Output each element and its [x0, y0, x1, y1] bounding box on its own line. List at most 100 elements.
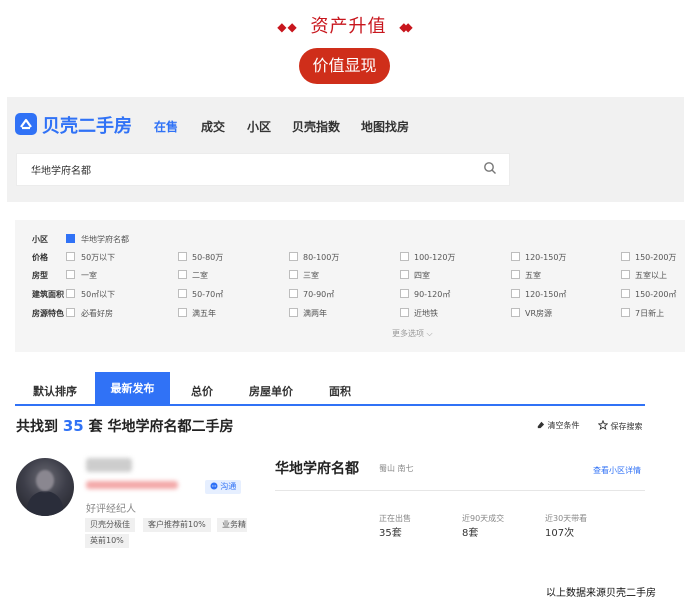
filter-checkbox[interactable]: [66, 270, 75, 279]
tab-newest[interactable]: 最新发布: [95, 372, 170, 405]
filter-checkbox[interactable]: [66, 289, 75, 298]
nav-map[interactable]: 地图找房: [361, 118, 409, 135]
filter-option[interactable]: 满五年: [192, 308, 216, 319]
filter-label-area: 建筑面积: [32, 290, 64, 299]
search-value[interactable]: 华地学府名都: [31, 162, 91, 177]
filter-checkbox[interactable]: [621, 270, 630, 279]
filter-checkbox[interactable]: [289, 252, 298, 261]
agent-phone-blurred: [86, 481, 178, 489]
filter-option[interactable]: 50万以下: [81, 252, 115, 263]
agent-title: 好评经纪人: [86, 504, 136, 515]
filter-checkbox[interactable]: [66, 252, 75, 261]
tab-total-price[interactable]: 总价: [191, 383, 213, 399]
filter-option[interactable]: 80-100万: [303, 252, 339, 263]
filter-option[interactable]: 50-80万: [192, 252, 223, 263]
filter-checkbox[interactable]: [178, 308, 187, 317]
filter-checkbox[interactable]: [511, 289, 520, 298]
filter-option[interactable]: 一室: [81, 270, 97, 281]
filter-checkbox[interactable]: [400, 289, 409, 298]
filter-checkbox[interactable]: [511, 308, 520, 317]
filter-checkbox[interactable]: [66, 308, 75, 317]
filter-option[interactable]: 50㎡以下: [81, 289, 115, 300]
filter-checkbox[interactable]: [621, 289, 630, 298]
filter-option[interactable]: 五室以上: [635, 270, 667, 281]
diamond-icon-left: ◆: [277, 20, 288, 34]
avatar-head: [36, 470, 54, 491]
filter-checkbox[interactable]: [400, 270, 409, 279]
filter-option[interactable]: 150-200万: [635, 252, 676, 263]
eraser-icon: [537, 421, 545, 429]
filter-option[interactable]: 四室: [414, 270, 430, 281]
save-search-label: 保存搜索: [610, 422, 643, 431]
tab-default-sort[interactable]: 默认排序: [33, 383, 77, 399]
filter-checkbox[interactable]: [66, 234, 75, 243]
filter-option[interactable]: 必看好房: [81, 308, 113, 319]
filter-option[interactable]: 7日新上: [635, 308, 664, 319]
filter-checkbox[interactable]: [621, 252, 630, 261]
filter-checkbox[interactable]: [511, 270, 520, 279]
filter-option[interactable]: 120-150万: [525, 252, 566, 263]
star-icon: [597, 419, 609, 430]
filter-checkbox[interactable]: [511, 252, 520, 261]
filter-checkbox[interactable]: [178, 289, 187, 298]
nav-for-sale[interactable]: 在售: [154, 118, 178, 135]
search-icon[interactable]: [483, 160, 497, 179]
community-name[interactable]: 华地学府名都: [275, 458, 359, 478]
community-area: 蜀山 南七: [379, 464, 414, 473]
agent-name-blurred: [86, 458, 132, 472]
filter-option[interactable]: 近地铁: [414, 308, 438, 319]
filter-label-layout: 房型: [32, 271, 48, 280]
filter-option[interactable]: VR房源: [525, 308, 552, 319]
more-options-toggle[interactable]: 更多选项 ⌵: [392, 328, 433, 339]
community-detail-link[interactable]: 查看小区详情: [593, 465, 641, 476]
filter-label-community: 小区: [32, 235, 48, 244]
beike-logo-icon[interactable]: [15, 113, 37, 135]
filter-option[interactable]: 100-120万: [414, 252, 455, 263]
filter-option[interactable]: 150-200㎡: [635, 289, 676, 300]
diamond-icon-left-2: ◆: [287, 20, 298, 34]
stat-label-on-sale: 正在出售: [379, 514, 411, 523]
agent-avatar[interactable]: [16, 458, 74, 516]
agent-badge: 业务精: [217, 518, 247, 532]
diamond-icon-right-2: ◆: [403, 20, 414, 34]
tab-unit-price[interactable]: 房屋单价: [249, 383, 293, 399]
filter-option[interactable]: 三室: [303, 270, 319, 281]
filter-option[interactable]: 120-150㎡: [525, 289, 566, 300]
filter-checkbox[interactable]: [400, 308, 409, 317]
chat-label: 沟通: [220, 482, 237, 491]
filter-checkbox[interactable]: [178, 270, 187, 279]
filter-checkbox[interactable]: [289, 270, 298, 279]
filter-label-price: 价格: [32, 253, 48, 262]
nav-community[interactable]: 小区: [247, 118, 271, 135]
filter-option[interactable]: 二室: [192, 270, 208, 281]
filter-checkbox[interactable]: [621, 308, 630, 317]
filter-option[interactable]: 满两年: [303, 308, 327, 319]
data-source-note: 以上数据来源贝壳二手房: [546, 588, 656, 599]
nav-index[interactable]: 贝壳指数: [292, 118, 340, 135]
tab-area[interactable]: 面积: [329, 383, 351, 399]
stat-label-visits-30: 近30天带看: [545, 514, 588, 523]
filter-checkbox[interactable]: [289, 308, 298, 317]
agent-badge: 贝壳分极佳: [85, 518, 135, 532]
save-search-button[interactable]: 保存搜索: [597, 419, 643, 432]
filter-option[interactable]: 90-120㎡: [414, 289, 450, 300]
result-suffix: 套 华地学府名都二手房: [88, 419, 234, 435]
divider: [275, 490, 645, 491]
filter-checkbox[interactable]: [400, 252, 409, 261]
filter-checkbox[interactable]: [178, 252, 187, 261]
chat-button[interactable]: 沟通: [205, 480, 241, 494]
nav-sold[interactable]: 成交: [201, 118, 225, 135]
agent-badge: 客户推荐前10%: [143, 518, 211, 532]
filter-option[interactable]: 五室: [525, 270, 541, 281]
filter-label-features: 房源特色: [32, 309, 64, 318]
filter-option[interactable]: 华地学府名都: [81, 234, 129, 245]
result-summary: 共找到 35 套 华地学府名都二手房: [16, 416, 234, 436]
filter-checkbox[interactable]: [289, 289, 298, 298]
hero-title-text: 资产升值: [310, 16, 387, 37]
filter-option[interactable]: 50-70㎡: [192, 289, 223, 300]
value-pill: 价值显现: [299, 48, 390, 84]
brand-name[interactable]: 贝壳二手房: [42, 112, 132, 138]
clear-filters-button[interactable]: 清空条件: [536, 420, 580, 431]
filter-option[interactable]: 70-90㎡: [303, 289, 334, 300]
hero-title: ◆◆ 资产升值 ◆◆: [0, 12, 691, 38]
